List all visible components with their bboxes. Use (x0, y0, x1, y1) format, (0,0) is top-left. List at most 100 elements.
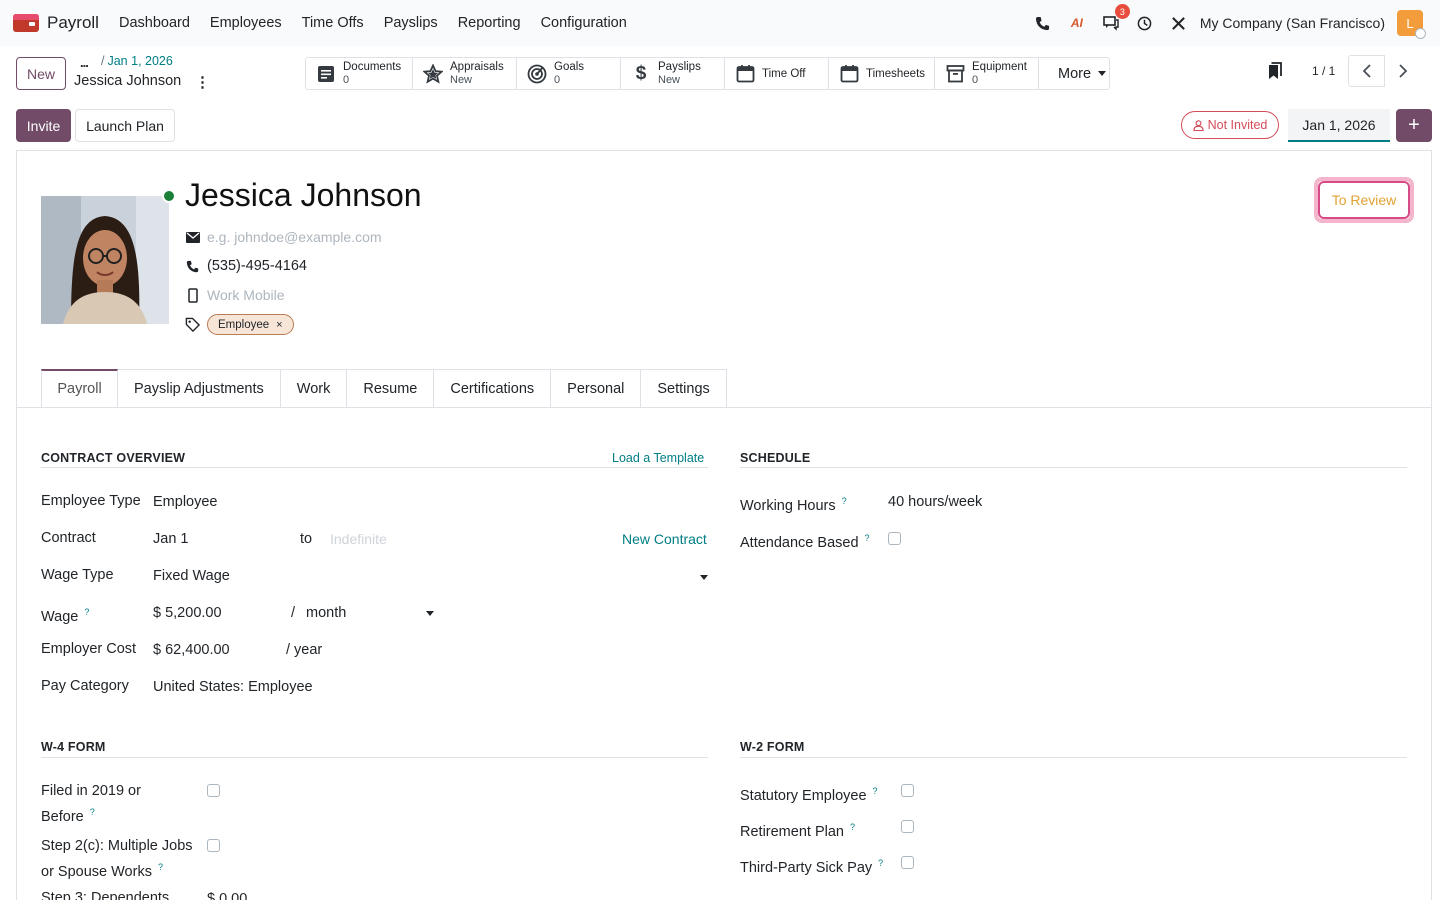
pager-value[interactable]: 1 / 1 (1312, 64, 1335, 78)
step2c-help-icon[interactable]: ? (158, 862, 163, 872)
filed-2019-help-icon[interactable]: ? (90, 807, 95, 817)
tab-certifications[interactable]: Certifications (434, 369, 552, 408)
goals-label: Goals (554, 60, 585, 73)
bookmark-icon[interactable] (1268, 62, 1282, 80)
wage-field[interactable]: $ 5,200.00 (153, 605, 222, 621)
to-review-button[interactable]: To Review (1318, 181, 1410, 219)
wage-help-icon[interactable]: ? (84, 607, 89, 617)
contract-end-field[interactable]: Indefinite (330, 531, 387, 547)
retirement-plan-checkbox[interactable] (901, 820, 914, 833)
equipment-smart-button[interactable]: Equipment 0 (935, 58, 1039, 89)
time-off-smart-button[interactable]: Time Off (725, 58, 829, 89)
employer-cost-value: $ 62,400.00 (153, 642, 230, 658)
retirement-help-icon[interactable]: ? (850, 822, 855, 832)
breadcrumb-link[interactable]: Jan 1, 2026 (107, 54, 172, 68)
goals-smart-button[interactable]: Goals 0 (517, 58, 621, 89)
wage-period-select[interactable]: month (306, 605, 346, 621)
contract-start-field[interactable]: Jan 1 (153, 531, 188, 547)
attendance-based-checkbox[interactable] (888, 532, 901, 545)
tab-settings[interactable]: Settings (641, 369, 727, 408)
tab-resume[interactable]: Resume (347, 369, 435, 408)
wage-type-select[interactable]: Fixed Wage (153, 568, 230, 584)
appraisals-value: New (450, 73, 473, 86)
statutory-help-icon[interactable]: ? (873, 786, 878, 796)
wage-period-caret-icon[interactable] (426, 611, 434, 616)
more-smart-buttons[interactable]: More (1039, 58, 1109, 89)
tools-icon[interactable] (1170, 14, 1188, 32)
company-switcher[interactable]: My Company (San Francisco) (1200, 15, 1385, 31)
ai-icon[interactable]: AI (1068, 14, 1086, 32)
tab-personal[interactable]: Personal (551, 369, 642, 408)
w4-form-title: W-4 FORM (41, 740, 106, 754)
tag-icon (185, 317, 200, 332)
launch-plan-button[interactable]: Launch Plan (75, 109, 175, 142)
statutory-employee-checkbox[interactable] (901, 784, 914, 797)
pager-previous-button[interactable] (1348, 55, 1385, 87)
equipment-text: Equipment 0 (972, 61, 1027, 87)
tab-payslip-adjustments[interactable]: Payslip Adjustments (118, 369, 281, 408)
payslips-value: New (658, 73, 681, 86)
email-field[interactable]: e.g. johndoe@example.com (207, 229, 382, 245)
new-contract-link[interactable]: New Contract (622, 531, 707, 547)
step3-dependents-field[interactable]: $ 0.00 (207, 891, 247, 900)
equipment-value: 0 (972, 73, 979, 86)
pay-category-field[interactable]: United States: Employee (153, 679, 313, 695)
payslips-smart-button[interactable]: $ Payslips New (621, 58, 725, 89)
step2c-checkbox[interactable] (207, 839, 220, 852)
tab-payroll[interactable]: Payroll (41, 369, 118, 408)
email-row: e.g. johndoe@example.com (185, 229, 382, 245)
target-icon (527, 64, 547, 84)
breadcrumb-more[interactable]: ... (80, 55, 89, 70)
step2c-label-line2: or Spouse Works (41, 863, 152, 880)
remove-tag-button[interactable]: × (276, 319, 282, 331)
employee-tag: Employee × (207, 314, 294, 335)
ai-icon-label: AI (1070, 16, 1083, 30)
load-template-link[interactable]: Load a Template (612, 451, 704, 465)
menu-payslips[interactable]: Payslips (384, 15, 438, 31)
tab-work[interactable]: Work (280, 369, 348, 408)
appraisals-smart-button[interactable]: Appraisals New (413, 58, 517, 89)
menu-configuration[interactable]: Configuration (541, 15, 627, 31)
wage-type-label: Wage Type (41, 567, 114, 583)
version-date-selector[interactable]: Jan 1, 2026 (1288, 109, 1390, 142)
attendance-label: Attendance Based (740, 534, 859, 551)
documents-smart-button[interactable]: Documents 0 (306, 58, 413, 89)
working-hours-field[interactable]: 40 hours/week (888, 494, 982, 510)
working-hours-help-icon[interactable]: ? (842, 496, 847, 506)
retirement-label: Retirement Plan (740, 823, 844, 840)
wage-type-caret-icon[interactable] (700, 575, 708, 580)
pager-next-button[interactable] (1385, 55, 1422, 87)
activity-clock-icon[interactable] (1136, 14, 1154, 32)
timesheets-smart-button[interactable]: Timesheets (829, 58, 935, 89)
attendance-help-icon[interactable]: ? (865, 533, 870, 543)
third-party-sick-pay-checkbox[interactable] (901, 856, 914, 869)
app-name[interactable]: Payroll (47, 13, 99, 33)
mobile-row: Work Mobile (185, 287, 285, 303)
filed-2019-checkbox[interactable] (207, 784, 220, 797)
invite-button[interactable]: Invite (16, 109, 71, 142)
employee-type-field[interactable]: Employee (153, 494, 217, 510)
schedule-divider (740, 467, 1407, 468)
employee-type-label: Employee Type (41, 493, 141, 509)
employee-name[interactable]: Jessica Johnson (185, 177, 422, 214)
phone-icon[interactable] (1034, 14, 1052, 32)
breadcrumb: / Jan 1, 2026 (101, 54, 173, 68)
menu-dashboard[interactable]: Dashboard (119, 15, 190, 31)
payslips-text: Payslips New (658, 61, 701, 87)
messages-icon[interactable]: 3 (1102, 4, 1130, 32)
menu-time-offs[interactable]: Time Offs (302, 15, 364, 31)
employee-photo[interactable] (41, 196, 169, 324)
menu-employees[interactable]: Employees (210, 15, 282, 31)
new-button[interactable]: New (16, 57, 66, 90)
work-phone-field[interactable]: (535)-495-4164 (207, 258, 307, 274)
calendar-icon (839, 64, 859, 84)
sick-pay-help-icon[interactable]: ? (878, 858, 883, 868)
online-status-indicator (162, 189, 176, 203)
menu-reporting[interactable]: Reporting (458, 15, 521, 31)
user-avatar[interactable]: L (1397, 10, 1426, 39)
add-version-button[interactable]: + (1396, 109, 1432, 142)
work-mobile-field[interactable]: Work Mobile (207, 287, 285, 303)
app-brand[interactable]: Payroll (13, 13, 119, 33)
tabs-divider (17, 407, 1431, 408)
record-actions-menu[interactable]: ⋮ (195, 73, 210, 91)
